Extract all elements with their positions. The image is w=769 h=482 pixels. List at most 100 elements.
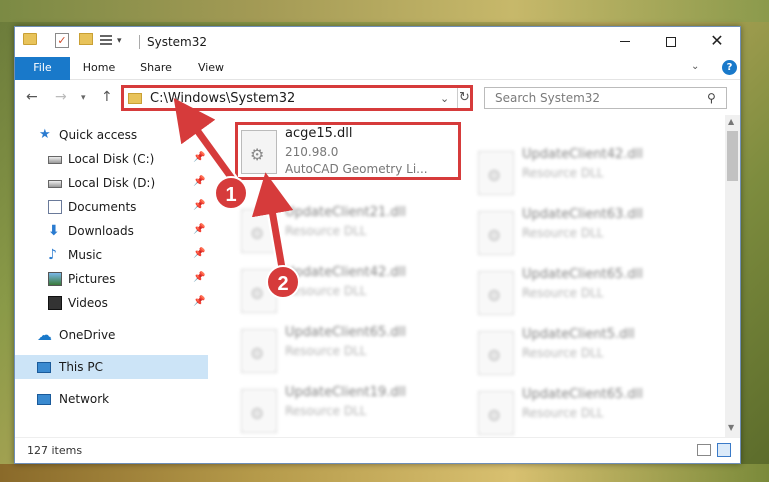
tab-share[interactable]: Share	[133, 57, 179, 80]
forward-arrow-icon[interactable]: →	[55, 89, 67, 105]
window-title: System32	[147, 35, 208, 49]
sidebar-item-label: Music	[68, 248, 103, 262]
file-type: Resource DLL	[522, 166, 604, 180]
disk-icon	[48, 180, 62, 188]
folder-icon[interactable]	[23, 33, 37, 45]
maximize-icon	[666, 37, 676, 47]
dll-file-icon: ⚙	[478, 211, 514, 255]
sidebar-item-label: Local Disk (C:)	[68, 152, 155, 166]
tab-home[interactable]: Home	[75, 57, 123, 80]
file-item[interactable]: ⚙ UpdateClient63.dll Resource DLL	[474, 205, 704, 261]
new-folder-icon[interactable]	[79, 33, 93, 45]
file-name: UpdateClient21.dll	[285, 205, 406, 220]
sidebar-item-downloads[interactable]: ⬇ Downloads 📌	[15, 219, 208, 243]
gear-icon: ⚙	[487, 166, 502, 185]
sidebar-item-documents[interactable]: Documents 📌	[15, 195, 208, 219]
file-name: UpdateClient65.dll	[285, 325, 406, 340]
file-type: Resource DLL	[285, 224, 367, 238]
sidebar-item-onedrive[interactable]: ☁ OneDrive	[15, 323, 208, 347]
close-button[interactable]: ✕	[694, 27, 740, 57]
status-bar: 127 items	[15, 437, 740, 463]
tab-view[interactable]: View	[189, 57, 233, 80]
title-separator	[139, 35, 140, 49]
dll-file-icon: ⚙	[241, 329, 277, 373]
dll-file-icon: ⚙	[241, 209, 277, 253]
file-item[interactable]: ⚙ UpdateClient19.dll Resource DLL	[237, 383, 467, 439]
back-arrow-icon[interactable]: ←	[26, 89, 38, 105]
sidebar-item-local-disk-d[interactable]: Local Disk (D:) 📌	[15, 171, 208, 195]
refresh-icon[interactable]: ↻	[457, 88, 471, 108]
dll-file-icon: ⚙	[478, 331, 514, 375]
chevron-down-icon[interactable]: ⌄	[440, 92, 449, 105]
sidebar-item-label: Local Disk (D:)	[68, 176, 156, 190]
large-icons-view-icon[interactable]	[717, 443, 731, 457]
sidebar-item-pictures[interactable]: Pictures 📌	[15, 267, 208, 291]
gear-icon: ⚙	[487, 226, 502, 245]
item-count: 127 items	[27, 444, 83, 457]
step-badge-1: 1	[214, 176, 248, 210]
sidebar-item-label: Pictures	[68, 272, 116, 286]
help-icon[interactable]: ?	[722, 60, 737, 75]
file-item[interactable]: ⚙ UpdateClient21.dll Resource DLL	[237, 203, 467, 259]
details-view-icon[interactable]	[697, 444, 711, 456]
quick-access-dropdown-icon[interactable]: ▾	[117, 36, 122, 46]
sidebar-item-label: Documents	[68, 200, 137, 214]
videos-icon	[48, 296, 62, 310]
gear-icon: ⚙	[487, 286, 502, 305]
recent-locations-chevron-icon[interactable]: ▾	[81, 93, 86, 103]
file-item[interactable]: ⚙ UpdateClient65.dll Resource DLL	[237, 323, 467, 379]
pin-icon: 📌	[193, 248, 206, 259]
desktop-background-top	[0, 0, 769, 22]
sidebar-item-label: OneDrive	[59, 328, 116, 342]
disk-icon	[48, 156, 62, 164]
scroll-down-icon[interactable]: ▼	[728, 423, 734, 432]
sidebar-item-videos[interactable]: Videos 📌	[15, 291, 208, 315]
scrollbar-thumb[interactable]	[727, 131, 738, 181]
sidebar-item-quick-access[interactable]: ★ Quick access	[15, 123, 208, 147]
sidebar-item-label: Videos	[68, 296, 108, 310]
address-text[interactable]: C:\Windows\System32	[150, 91, 295, 106]
file-name: UpdateClient65.dll	[522, 387, 643, 402]
maximize-button[interactable]	[648, 27, 694, 57]
file-item[interactable]: ⚙ UpdateClient5.dll Resource DLL	[474, 325, 704, 381]
sidebar-item-music[interactable]: ♪ Music 📌	[15, 243, 208, 267]
close-icon: ✕	[710, 31, 724, 50]
scroll-up-icon[interactable]: ▲	[728, 117, 734, 126]
sidebar-item-network[interactable]: Network	[15, 387, 208, 411]
file-name: UpdateClient5.dll	[522, 327, 635, 342]
star-icon: ★	[39, 127, 51, 142]
highlight-box	[235, 122, 461, 180]
music-icon: ♪	[48, 247, 57, 263]
file-item[interactable]: ⚙ UpdateClient65.dll Resource DLL	[474, 385, 704, 441]
file-name: UpdateClient42.dll	[285, 265, 406, 280]
file-type: Resource DLL	[522, 406, 604, 420]
vertical-scrollbar[interactable]: ▲ ▼	[725, 115, 740, 437]
file-type: Resource DLL	[522, 346, 604, 360]
sidebar-item-local-disk-c[interactable]: Local Disk (C:) 📌	[15, 147, 208, 171]
pin-icon: 📌	[193, 152, 206, 163]
search-icon[interactable]: ⚲	[707, 91, 716, 105]
tab-file[interactable]: File	[15, 57, 70, 80]
minimize-button[interactable]	[602, 27, 648, 57]
file-item[interactable]: ⚙ UpdateClient65.dll Resource DLL	[474, 265, 704, 321]
customize-icon[interactable]	[99, 33, 113, 47]
navigation-bar: ← → ▾ ↑ C:\Windows\System32 ⌄ ↻ Search S…	[15, 81, 740, 115]
network-icon	[37, 394, 51, 405]
file-type: Resource DLL	[522, 286, 604, 300]
search-input[interactable]: Search System32 ⚲	[484, 87, 727, 109]
gear-icon: ⚙	[487, 406, 502, 425]
file-type: Resource DLL	[285, 344, 367, 358]
pictures-icon	[48, 272, 62, 286]
chevron-down-icon[interactable]: ⌄	[691, 61, 699, 72]
navigation-pane: ★ Quick access Local Disk (C:) 📌 Local D…	[15, 115, 208, 437]
address-bar[interactable]: C:\Windows\System32 ⌄ ↻	[121, 85, 473, 111]
file-item[interactable]: ⚙ UpdateClient42.dll Resource DLL	[474, 145, 704, 201]
pin-icon: 📌	[193, 176, 206, 187]
properties-check-icon[interactable]: ✓	[55, 33, 69, 48]
file-name: UpdateClient19.dll	[285, 385, 406, 400]
up-arrow-icon[interactable]: ↑	[101, 89, 113, 105]
gear-icon: ⚙	[250, 284, 265, 303]
sidebar-item-label: Downloads	[68, 224, 134, 238]
gear-icon: ⚙	[250, 344, 265, 363]
sidebar-item-this-pc[interactable]: This PC	[15, 355, 208, 379]
